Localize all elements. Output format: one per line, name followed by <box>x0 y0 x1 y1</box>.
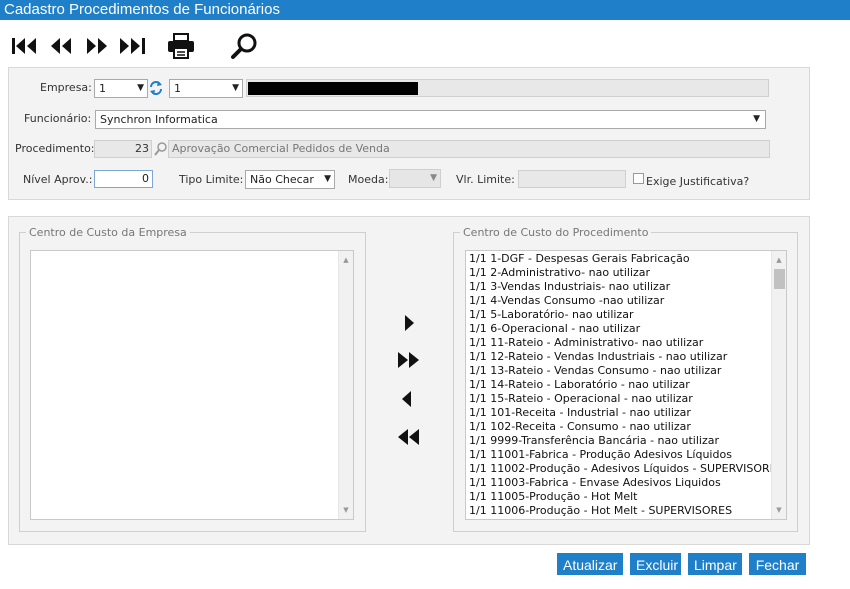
empresa-value: 1 <box>99 82 106 95</box>
vlr-limite-input[interactable] <box>518 170 626 188</box>
exige-justificativa-checkbox[interactable] <box>633 173 644 184</box>
list-item[interactable]: 1/1 2-Administrativo- nao utilizar <box>466 266 771 280</box>
search-button[interactable] <box>229 32 259 60</box>
previous-record-button[interactable] <box>47 32 75 60</box>
empresa-cc-list[interactable]: ▲ ▼ <box>30 250 354 520</box>
next-record-icon <box>87 38 107 54</box>
list-item[interactable]: 1/1 101-Receita - Industrial - nao utili… <box>466 406 771 420</box>
tipo-limite-value: Não Checar <box>250 173 314 186</box>
moeda-label: Moeda: <box>348 173 389 186</box>
nivel-aprov-label: Nível Aprov.: <box>23 173 93 186</box>
empresa-label: Empresa: <box>40 81 92 94</box>
list-item[interactable]: 1/1 11006-Produção - Hot Melt - SUPERVIS… <box>466 504 771 518</box>
list-item[interactable]: 1/1 13-Rateio - Vendas Consumo - nao uti… <box>466 364 771 378</box>
funcionario-value: Synchron Informatica <box>100 113 218 126</box>
list-item[interactable]: 1/1 4-Vendas Consumo -nao utilizar <box>466 294 771 308</box>
list-item[interactable]: 1/1 12-Rateio - Vendas Industriais - nao… <box>466 350 771 364</box>
fechar-button[interactable]: Fechar <box>749 553 806 575</box>
list-item[interactable]: 1/1 5-Laboratório- nao utilizar <box>466 308 771 322</box>
next-record-button[interactable] <box>83 32 111 60</box>
magnifier-icon <box>154 142 167 156</box>
list-item[interactable]: 1/1 11002-Produção - Adesivos Líquidos -… <box>466 462 771 476</box>
move-left-button[interactable] <box>393 386 421 412</box>
atualizar-button[interactable]: Atualizar <box>557 553 623 575</box>
list-item[interactable]: 1/1 9999-Transferência Bancária - nao ut… <box>466 434 771 448</box>
first-record-icon <box>12 38 36 54</box>
procedimento-desc-field: Aprovação Comercial Pedidos de Venda <box>168 140 770 158</box>
arrow-right-icon <box>405 315 414 331</box>
empresa-cc-scrollbar[interactable]: ▲ ▼ <box>338 251 353 519</box>
redacted-bar <box>248 82 418 95</box>
previous-record-icon <box>51 38 71 54</box>
printer-icon <box>168 33 194 59</box>
double-arrow-right-icon <box>398 352 419 368</box>
excluir-button[interactable]: Excluir <box>630 553 681 575</box>
procedimento-code-field[interactable]: 23 <box>94 140 152 158</box>
refresh-icon <box>150 81 162 95</box>
procedimento-cc-list[interactable]: 1/1 1-DGF - Despesas Gerais Fabricação 1/… <box>465 250 787 520</box>
print-button[interactable] <box>166 32 196 60</box>
move-right-button[interactable] <box>395 310 423 336</box>
filial-value: 1 <box>174 82 181 95</box>
window-title: Cadastro Procedimentos de Funcionários <box>0 0 850 20</box>
chevron-down-icon: ▼ <box>753 114 760 124</box>
procedimento-cc-legend: Centro de Custo do Procedimento <box>463 226 649 239</box>
last-record-button[interactable] <box>117 32 149 60</box>
procedimento-cc-scrollbar[interactable]: ▲ ▼ <box>771 251 786 519</box>
list-item[interactable]: 1/1 15-Rateio - Operacional - nao utiliz… <box>466 392 771 406</box>
list-item[interactable]: 1/1 1-DGF - Despesas Gerais Fabricação <box>466 252 771 266</box>
search-icon <box>231 33 257 59</box>
list-item[interactable]: 1/1 11-Rateio - Administrativo- nao util… <box>466 336 771 350</box>
double-arrow-left-icon <box>398 429 419 445</box>
last-record-icon <box>120 38 145 54</box>
limpar-button[interactable]: Limpar <box>688 553 742 575</box>
list-item[interactable]: 1/1 6-Operacional - nao utilizar <box>466 322 771 336</box>
list-item[interactable]: 1/1 11001-Fabrica - Produção Adesivos Lí… <box>466 448 771 462</box>
scroll-down-icon[interactable]: ▼ <box>339 503 353 517</box>
chevron-down-icon: ▼ <box>324 174 331 184</box>
funcionario-label: Funcionário: <box>24 112 92 125</box>
scroll-up-icon[interactable]: ▲ <box>339 253 353 267</box>
list-item[interactable]: 1/1 11003-Fabrica - Envase Adesivos Liqu… <box>466 476 771 490</box>
procedimento-cc-items: 1/1 1-DGF - Despesas Gerais Fabricação 1/… <box>466 252 771 518</box>
funcionario-select[interactable]: Synchron Informatica ▼ <box>95 110 766 129</box>
vlr-limite-label: Vlr. Limite: <box>456 173 515 186</box>
procedimento-label: Procedimento: <box>15 142 95 155</box>
scroll-down-icon[interactable]: ▼ <box>772 503 786 517</box>
scroll-up-icon[interactable]: ▲ <box>772 253 786 267</box>
filial-select[interactable]: 1 ▼ <box>169 79 243 98</box>
procedimento-lookup-button[interactable] <box>153 141 167 157</box>
moeda-select[interactable]: ▼ <box>389 169 441 188</box>
arrow-left-icon <box>402 391 411 407</box>
refresh-button[interactable] <box>149 80 163 96</box>
list-item[interactable]: 1/1 14-Rateio - Laboratório - nao utiliz… <box>466 378 771 392</box>
list-item[interactable]: 1/1 3-Vendas Industriais- nao utilizar <box>466 280 771 294</box>
chevron-down-icon: ▼ <box>137 83 144 93</box>
tipo-limite-label: Tipo Limite: <box>179 173 244 186</box>
scroll-thumb[interactable] <box>774 269 785 289</box>
chevron-down-icon: ▼ <box>232 83 239 93</box>
empresa-select[interactable]: 1 ▼ <box>94 79 148 98</box>
list-item[interactable]: 1/1 11005-Produção - Hot Melt <box>466 490 771 504</box>
move-all-right-button[interactable] <box>395 347 423 373</box>
empresa-name-field <box>246 79 769 97</box>
list-item[interactable]: 1/1 102-Receita - Consumo - nao utilizar <box>466 420 771 434</box>
chevron-down-icon: ▼ <box>430 173 437 183</box>
move-all-left-button[interactable] <box>395 424 423 450</box>
nivel-aprov-input[interactable]: 0 <box>94 170 153 188</box>
exige-justificativa-label: Exige Justificativa? <box>646 175 750 188</box>
tipo-limite-select[interactable]: Não Checar ▼ <box>245 170 335 189</box>
empresa-cc-legend: Centro de Custo da Empresa <box>29 226 187 239</box>
first-record-button[interactable] <box>10 32 40 60</box>
